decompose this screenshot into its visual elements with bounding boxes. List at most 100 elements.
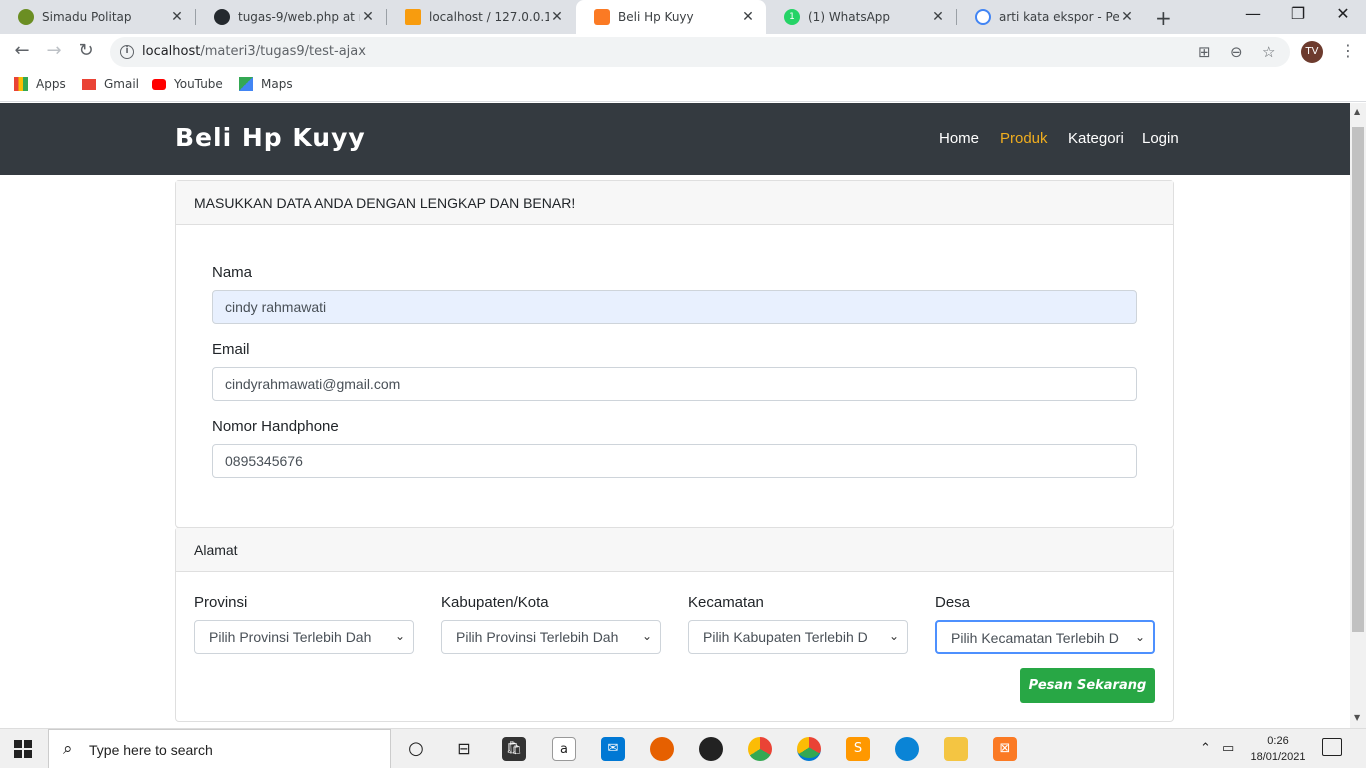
bookmarks-bar: Apps Gmail YouTube Maps bbox=[0, 70, 1366, 102]
profile-avatar[interactable]: TV bbox=[1301, 41, 1323, 63]
store-icon[interactable]: 🛍 bbox=[502, 737, 526, 761]
phone-label: Nomor Handphone bbox=[212, 418, 339, 435]
taskbar-search-box[interactable]: ⌕ Type here to search bbox=[48, 729, 391, 768]
restore-icon[interactable]: ❐ bbox=[1283, 4, 1313, 23]
address-bar[interactable]: i localhost/materi3/tugas9/test-ajax ⊞ ⊖… bbox=[110, 37, 1290, 67]
gmail-icon bbox=[82, 78, 96, 90]
bookmark-maps[interactable]: Maps bbox=[239, 77, 293, 91]
desa-label: Desa bbox=[935, 594, 971, 611]
kabupaten-label: Kabupaten/Kota bbox=[441, 594, 549, 611]
xampp-icon[interactable]: ⊠ bbox=[993, 737, 1017, 761]
chevron-down-icon: ⌄ bbox=[1134, 630, 1145, 644]
task-view-icon[interactable]: ⊟ bbox=[452, 737, 476, 761]
bookmark-label: Apps bbox=[36, 77, 66, 91]
scroll-down-arrow-icon[interactable]: ▼ bbox=[1354, 713, 1360, 722]
system-clock[interactable]: 0:26 18/01/2021 bbox=[1246, 733, 1310, 765]
desa-select[interactable]: Pilih Kecamatan Terlebih D ⌄ bbox=[935, 620, 1155, 654]
browser-tab-strip: Simadu Politap ✕ tugas-9/web.php at ma ✕… bbox=[0, 0, 1366, 34]
sublime-text-icon[interactable]: S bbox=[846, 737, 870, 761]
close-icon[interactable]: ✕ bbox=[930, 9, 946, 25]
url-path: /materi3/tugas9/test-ajax bbox=[200, 44, 366, 59]
phone-input[interactable]: 0895345676 bbox=[212, 444, 1137, 478]
provinsi-selected-value: Pilih Provinsi Terlebih Dah bbox=[209, 629, 372, 645]
site-info-icon[interactable]: i bbox=[120, 45, 134, 59]
tab-title: Simadu Politap bbox=[42, 10, 132, 24]
close-icon[interactable]: ✕ bbox=[549, 9, 565, 25]
cortana-icon[interactable]: ○ bbox=[404, 737, 428, 761]
desa-selected-value: Pilih Kecamatan Terlebih D bbox=[951, 630, 1119, 646]
translate-icon[interactable]: ⊞ bbox=[1198, 43, 1211, 61]
close-icon[interactable]: ✕ bbox=[1119, 9, 1135, 25]
edge-icon[interactable] bbox=[895, 737, 919, 761]
chrome-icon[interactable] bbox=[748, 737, 772, 761]
close-icon[interactable]: ✕ bbox=[169, 9, 185, 25]
nav-home[interactable]: Home bbox=[939, 130, 979, 147]
new-tab-button[interactable]: + bbox=[1155, 6, 1172, 30]
app-icon[interactable] bbox=[699, 737, 723, 761]
kecamatan-select[interactable]: Pilih Kabupaten Terlebih D ⌄ bbox=[688, 620, 908, 654]
tab-github[interactable]: tugas-9/web.php at ma ✕ bbox=[196, 0, 386, 34]
tab-whatsapp[interactable]: 1 (1) WhatsApp ✕ bbox=[766, 0, 956, 34]
bookmark-star-icon[interactable]: ☆ bbox=[1262, 43, 1275, 61]
tab-phpmyadmin[interactable]: localhost / 127.0.0.1 / n ✕ bbox=[387, 0, 575, 34]
network-icon[interactable]: ▭ bbox=[1222, 741, 1234, 756]
bookmark-apps[interactable]: Apps bbox=[14, 77, 66, 91]
scroll-up-arrow-icon[interactable]: ▲ bbox=[1354, 107, 1360, 116]
menu-kebab-icon[interactable]: ⋮ bbox=[1340, 41, 1356, 60]
whatsapp-favicon-icon: 1 bbox=[784, 9, 800, 25]
site-brand[interactable]: Beli Hp Kuyy bbox=[175, 123, 366, 152]
url-text[interactable]: localhost/materi3/tugas9/test-ajax bbox=[142, 44, 366, 59]
close-icon[interactable]: ✕ bbox=[360, 9, 376, 25]
bookmark-gmail[interactable]: Gmail bbox=[82, 77, 139, 91]
tray-chevron-up-icon[interactable]: ⌃ bbox=[1200, 741, 1211, 756]
notification-icon[interactable] bbox=[1322, 738, 1342, 756]
page-scrollbar[interactable]: ▲ ▼ bbox=[1350, 103, 1366, 728]
clock-date: 18/01/2021 bbox=[1250, 751, 1306, 763]
search-icon: ⌕ bbox=[63, 739, 73, 759]
window-close-icon[interactable]: ✕ bbox=[1328, 4, 1358, 23]
xampp-favicon-icon bbox=[594, 9, 610, 25]
url-host: localhost bbox=[142, 44, 201, 59]
bookmark-label: YouTube bbox=[174, 77, 223, 91]
minimize-icon[interactable]: — bbox=[1238, 4, 1268, 23]
firefox-icon[interactable] bbox=[650, 737, 674, 761]
youtube-icon bbox=[152, 78, 166, 90]
file-explorer-icon[interactable] bbox=[944, 737, 968, 761]
close-icon[interactable]: ✕ bbox=[740, 9, 756, 25]
provinsi-select[interactable]: Pilih Provinsi Terlebih Dah ⌄ bbox=[194, 620, 414, 654]
windows-start-icon[interactable] bbox=[14, 740, 32, 758]
maps-icon bbox=[239, 77, 253, 91]
tab-title: arti kata ekspor - Penel bbox=[999, 10, 1119, 24]
customer-data-card: MASUKKAN DATA ANDA DENGAN LENGKAP DAN BE… bbox=[175, 180, 1174, 528]
tab-title: tugas-9/web.php at ma bbox=[238, 10, 360, 24]
email-input[interactable]: cindyrahmawati@gmail.com bbox=[212, 367, 1137, 401]
forward-arrow-icon[interactable]: → bbox=[42, 40, 66, 61]
back-arrow-icon[interactable]: ← bbox=[10, 40, 34, 61]
card-header: MASUKKAN DATA ANDA DENGAN LENGKAP DAN BE… bbox=[176, 181, 1173, 225]
chevron-down-icon: ⌄ bbox=[394, 629, 405, 643]
mail-icon[interactable]: ✉ bbox=[601, 737, 625, 761]
kabupaten-selected-value: Pilih Provinsi Terlebih Dah bbox=[456, 629, 619, 645]
name-input[interactable]: cindy rahmawati bbox=[212, 290, 1137, 324]
phpmyadmin-favicon-icon bbox=[405, 9, 421, 25]
chevron-down-icon: ⌄ bbox=[641, 629, 652, 643]
kabupaten-select[interactable]: Pilih Provinsi Terlebih Dah ⌄ bbox=[441, 620, 661, 654]
email-label: Email bbox=[212, 341, 250, 358]
nav-login[interactable]: Login bbox=[1142, 130, 1179, 147]
zoom-icon[interactable]: ⊖ bbox=[1230, 43, 1243, 61]
reload-icon[interactable]: ↻ bbox=[74, 40, 98, 61]
amazon-icon[interactable]: a bbox=[552, 737, 576, 761]
nav-kategori[interactable]: Kategori bbox=[1068, 130, 1124, 147]
taskbar-search-placeholder: Type here to search bbox=[89, 742, 213, 758]
chrome-profile-icon[interactable] bbox=[797, 737, 821, 761]
pesan-sekarang-button[interactable]: Pesan Sekarang bbox=[1020, 668, 1155, 703]
bookmark-youtube[interactable]: YouTube bbox=[152, 77, 223, 91]
scroll-thumb[interactable] bbox=[1352, 127, 1364, 632]
tab-simadu[interactable]: Simadu Politap ✕ bbox=[0, 0, 195, 34]
browser-toolbar: ← → ↻ i localhost/materi3/tugas9/test-aj… bbox=[0, 34, 1366, 70]
tab-title: Beli Hp Kuyy bbox=[618, 10, 694, 24]
nav-produk[interactable]: Produk bbox=[1000, 130, 1048, 147]
chevron-down-icon: ⌄ bbox=[888, 629, 899, 643]
tab-beli-hp-kuyy[interactable]: Beli Hp Kuyy ✕ bbox=[576, 0, 766, 34]
tab-google[interactable]: arti kata ekspor - Penel ✕ bbox=[957, 0, 1145, 34]
